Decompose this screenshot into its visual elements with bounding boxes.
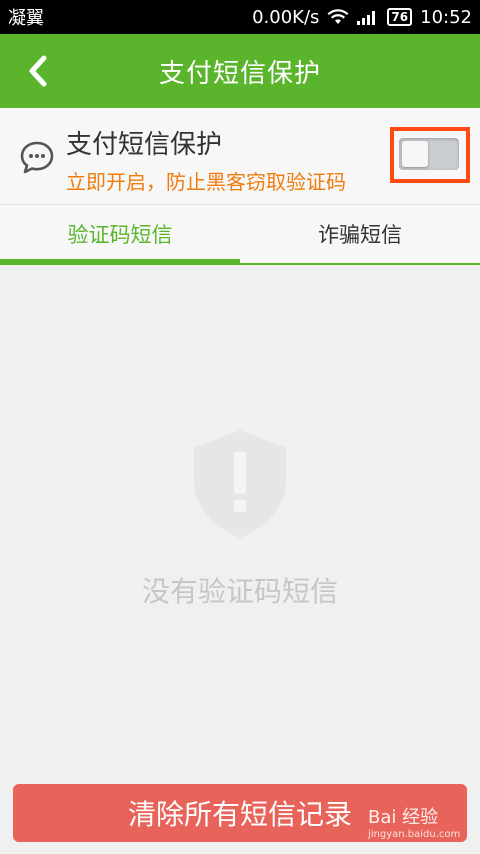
watermark-brand: Bai 经验: [368, 807, 439, 828]
wifi-icon: [327, 9, 349, 24]
protection-title: 支付短信保护: [66, 130, 223, 160]
carrier-name: 凝翼: [8, 8, 44, 29]
tab-fraud-sms[interactable]: 诈骗短信: [240, 205, 480, 263]
sms-tabs: 验证码短信 诈骗短信: [0, 205, 480, 265]
signal-icon: [357, 11, 376, 25]
battery-icon: 76: [387, 8, 413, 26]
protection-toggle[interactable]: [399, 138, 459, 170]
toggle-knob[interactable]: [402, 141, 428, 167]
baidu-jingyan-watermark: Bai 经验 jingyan.baidu.com: [368, 803, 460, 840]
empty-state-text: 没有验证码短信: [141, 575, 338, 608]
clock: 10:52: [420, 6, 472, 28]
page-title: 支付短信保护: [158, 58, 321, 89]
watermark-url: jingyan.baidu.com: [368, 829, 461, 840]
tab-verification-sms[interactable]: 验证码短信: [0, 205, 240, 265]
network-speed: 0.00K/s: [252, 6, 320, 28]
message-bubble-icon: [20, 141, 54, 174]
app-header: 支付短信保护: [0, 34, 480, 108]
shield-warning-icon: [194, 430, 286, 538]
protection-subtitle: 立即开启，防止黑客窃取验证码: [66, 170, 346, 194]
status-bar: 凝翼 0.00K/s 76 10:52: [0, 0, 480, 34]
back-arrow-icon[interactable]: [24, 52, 54, 90]
